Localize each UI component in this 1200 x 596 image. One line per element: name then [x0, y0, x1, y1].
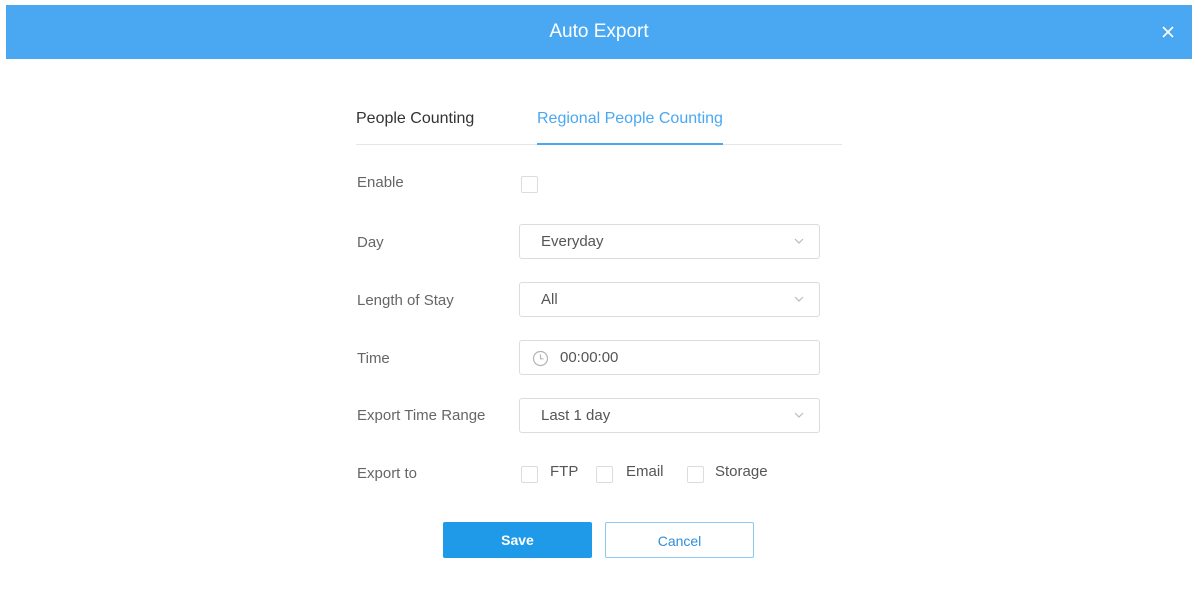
storage-checkbox[interactable] [687, 466, 704, 483]
tab-bar: People Counting Regional People Counting [356, 100, 842, 145]
cancel-button[interactable]: Cancel [605, 522, 754, 558]
dialog-header: Auto Export [6, 5, 1192, 59]
time-input[interactable]: 00:00:00 [519, 340, 820, 375]
chevron-down-icon [794, 296, 804, 302]
ftp-checkbox[interactable] [521, 466, 538, 483]
day-label: Day [357, 234, 384, 251]
email-label: Email [626, 463, 664, 480]
save-button[interactable]: Save [443, 522, 592, 558]
length-of-stay-value: All [541, 291, 558, 308]
time-value: 00:00:00 [560, 349, 619, 366]
length-of-stay-label: Length of Stay [357, 292, 454, 309]
ftp-label: FTP [550, 463, 579, 480]
clock-icon [532, 350, 549, 367]
chevron-down-icon [794, 238, 804, 244]
export-time-range-select[interactable]: Last 1 day [519, 398, 820, 433]
export-to-label: Export to [357, 465, 418, 482]
email-checkbox[interactable] [596, 466, 613, 483]
enable-checkbox[interactable] [521, 176, 538, 193]
close-icon[interactable] [1158, 22, 1178, 42]
day-select[interactable]: Everyday [519, 224, 820, 259]
storage-label: Storage [715, 463, 768, 480]
time-label: Time [357, 350, 390, 367]
chevron-down-icon [794, 412, 804, 418]
tab-regional-people-counting[interactable]: Regional People Counting [537, 110, 723, 145]
length-of-stay-select[interactable]: All [519, 282, 820, 317]
export-time-range-label: Export Time Range [357, 407, 486, 424]
dialog-title: Auto Export [549, 21, 649, 42]
enable-label: Enable [357, 174, 404, 191]
day-value: Everyday [541, 233, 604, 250]
tab-people-counting[interactable]: People Counting [356, 110, 474, 143]
export-time-range-value: Last 1 day [541, 407, 611, 424]
